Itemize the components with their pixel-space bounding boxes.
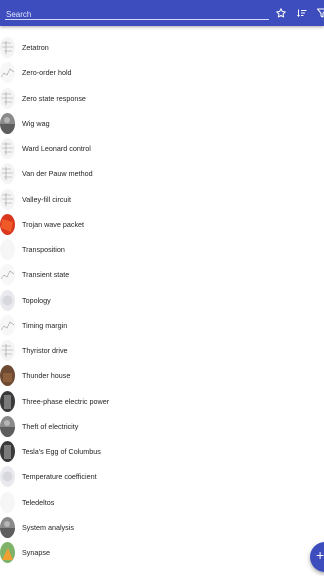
list-item[interactable]: Synapse: [0, 540, 324, 565]
sort-icon[interactable]: [296, 7, 308, 19]
list-item-label: Zetatron: [22, 43, 49, 53]
article-thumbnail: [0, 415, 15, 437]
article-thumbnail: [0, 542, 15, 563]
filter-icon[interactable]: [316, 7, 324, 19]
list-item-label: Synapse: [22, 548, 50, 558]
article-thumbnail: [0, 112, 15, 134]
list-item[interactable]: Zetatron: [0, 35, 324, 60]
article-thumbnail: [0, 163, 15, 185]
article-thumbnail: [0, 516, 15, 538]
search-box[interactable]: [5, 4, 270, 22]
list-item-label: Timing margin: [22, 320, 68, 330]
list-item-label: Topology: [22, 295, 51, 305]
list-item[interactable]: Timing margin: [0, 313, 324, 338]
list-item[interactable]: Thyristor drive: [0, 338, 324, 363]
list-item[interactable]: Ward Leonard control: [0, 136, 324, 161]
list-item[interactable]: Tesla's Egg of Columbus: [0, 439, 324, 464]
article-thumbnail: [0, 87, 15, 109]
list-item-label: System analysis: [22, 522, 74, 532]
list-item[interactable]: Teledeltos: [0, 490, 324, 515]
list-item[interactable]: Theft of electricity: [0, 414, 324, 439]
app-toolbar: [0, 0, 324, 26]
star-outline-icon[interactable]: [275, 7, 287, 19]
list-item-label: Transient state: [22, 270, 70, 280]
list-item-label: Thunder house: [22, 371, 71, 381]
list-item-label: Three-phase electric power: [22, 396, 110, 406]
article-list: Zetatron Zero-order hold Zero state respon…: [0, 35, 324, 565]
list-item-label: Temperature coefficient: [22, 472, 97, 482]
list-item[interactable]: Transposition: [0, 237, 324, 262]
article-thumbnail: [0, 390, 15, 412]
list-item-label: Ward Leonard control: [22, 144, 91, 154]
list-item[interactable]: Valley-fill circuit: [0, 187, 324, 212]
search-underline: [5, 19, 269, 20]
article-thumbnail: [0, 239, 15, 260]
list-item-label: Theft of electricity: [22, 421, 79, 431]
article-thumbnail: [0, 491, 15, 513]
article-thumbnail: [0, 314, 15, 336]
list-item-label: Valley-fill circuit: [22, 194, 71, 204]
list-item[interactable]: Three-phase electric power: [0, 389, 324, 414]
list-item-label: Thyristor drive: [22, 346, 68, 356]
add-icon: +: [316, 547, 324, 563]
list-item[interactable]: Topology: [0, 288, 324, 313]
list-item[interactable]: Trojan wave packet: [0, 212, 324, 237]
article-thumbnail: [0, 441, 15, 462]
article-thumbnail: [0, 289, 15, 311]
article-thumbnail: [0, 138, 15, 159]
list-item[interactable]: Zero state response: [0, 86, 324, 111]
list-item-label: Teledeltos: [22, 497, 55, 507]
list-item-label: Zero state response: [22, 93, 86, 103]
article-thumbnail: [0, 466, 15, 488]
article-thumbnail: [0, 365, 15, 387]
article-thumbnail: [0, 264, 15, 286]
list-item[interactable]: Transient state: [0, 262, 324, 287]
article-thumbnail: [0, 188, 15, 210]
article-thumbnail: [0, 213, 15, 235]
list-item[interactable]: Van der Pauw method: [0, 161, 324, 186]
list-item-label: Zero-order hold: [22, 68, 72, 78]
list-item-label: Wig wag: [22, 118, 50, 128]
list-item-label: Trojan wave packet: [22, 219, 85, 229]
list-item-label: Tesla's Egg of Columbus: [22, 447, 101, 457]
list-item[interactable]: Wig wag: [0, 111, 324, 136]
list-item[interactable]: Temperature coefficient: [0, 464, 324, 489]
article-thumbnail: [0, 340, 15, 361]
list-item-label: Van der Pauw method: [22, 169, 93, 179]
list-item-label: Transposition: [22, 245, 65, 255]
list-item[interactable]: Thunder house: [0, 363, 324, 388]
article-thumbnail: [0, 37, 15, 58]
list-item[interactable]: System analysis: [0, 515, 324, 540]
list-item[interactable]: Zero-order hold: [0, 60, 324, 85]
article-thumbnail: [0, 62, 15, 84]
